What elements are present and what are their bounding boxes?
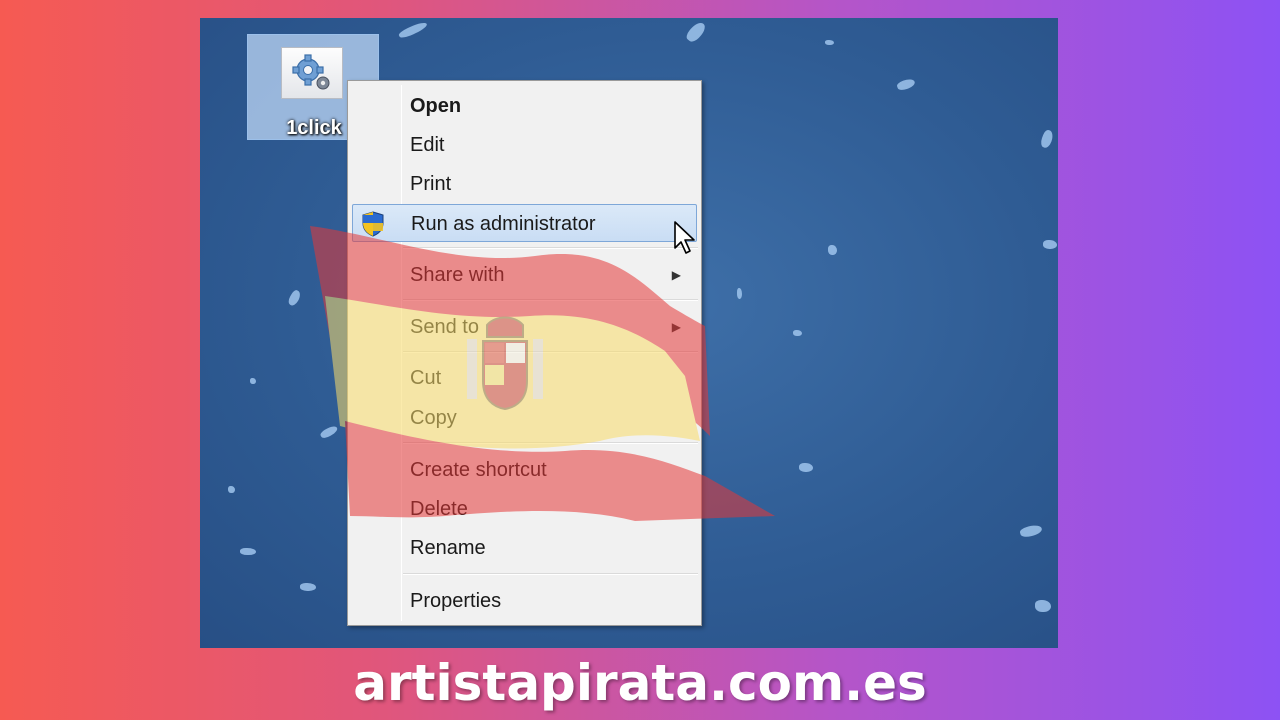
menu-item-label: Print xyxy=(410,173,452,195)
background-speck xyxy=(828,245,837,255)
menu-separator xyxy=(403,573,698,575)
menu-item-create-shortcut[interactable]: Create shortcut xyxy=(352,451,697,489)
background-speck xyxy=(896,77,916,92)
menu-item-delete[interactable]: Delete xyxy=(352,490,697,528)
menu-item-label: Cut xyxy=(410,367,442,389)
menu-item-share-with[interactable]: Share with ▶ xyxy=(352,256,697,294)
menu-item-rename[interactable]: Rename xyxy=(352,529,697,567)
background-speck xyxy=(300,583,316,591)
menu-item-label: Rename xyxy=(410,537,486,559)
background-speck xyxy=(286,288,303,308)
watermark-text: artistapirata.com.es xyxy=(353,654,927,712)
menu-item-copy[interactable]: Copy xyxy=(352,399,697,437)
background-speck xyxy=(825,40,834,45)
background-speck xyxy=(240,548,256,555)
background-speck xyxy=(1039,128,1055,150)
menu-item-label: Run as administrator xyxy=(411,213,596,235)
desktop-screenshot: 1click Open Edit Print Run as administra… xyxy=(200,18,1058,648)
menu-separator xyxy=(403,299,698,301)
menu-item-label: Send to xyxy=(410,316,479,338)
uac-shield-icon xyxy=(361,211,385,250)
menu-item-label: Create shortcut xyxy=(410,459,547,481)
menu-separator xyxy=(403,442,698,444)
background-speck xyxy=(1019,523,1043,539)
menu-item-open[interactable]: Open xyxy=(352,87,697,125)
menu-item-label: Open xyxy=(410,95,462,117)
background-speck xyxy=(228,486,235,493)
background-speck xyxy=(799,463,813,472)
menu-item-label: Edit xyxy=(410,134,445,156)
menu-item-send-to[interactable]: Send to ▶ xyxy=(352,308,697,346)
menu-item-label: Share with xyxy=(410,264,505,286)
menu-item-edit[interactable]: Edit xyxy=(352,126,697,164)
background-speck xyxy=(319,424,339,440)
menu-item-properties[interactable]: Properties xyxy=(352,582,697,620)
submenu-arrow-icon: ▶ xyxy=(671,268,681,282)
background-speck xyxy=(250,378,256,384)
menu-item-print[interactable]: Print xyxy=(352,165,697,203)
background-speck xyxy=(684,19,708,45)
background-speck xyxy=(1035,600,1051,612)
menu-item-cut[interactable]: Cut xyxy=(352,359,697,397)
menu-item-run-as-administrator[interactable]: Run as administrator xyxy=(352,204,697,242)
menu-item-label: Delete xyxy=(410,498,468,520)
background-speck xyxy=(397,20,429,40)
background-speck xyxy=(737,288,742,299)
menu-separator xyxy=(403,351,698,353)
gears-icon xyxy=(281,47,343,99)
menu-item-label: Copy xyxy=(410,407,457,429)
background-speck xyxy=(793,330,802,336)
menu-separator xyxy=(403,247,698,249)
submenu-arrow-icon: ▶ xyxy=(671,320,681,334)
background-speck xyxy=(1043,240,1057,249)
mouse-cursor-icon xyxy=(673,220,699,261)
menu-item-label: Properties xyxy=(410,590,502,612)
context-menu: Open Edit Print Run as administrator Sha… xyxy=(347,80,702,626)
